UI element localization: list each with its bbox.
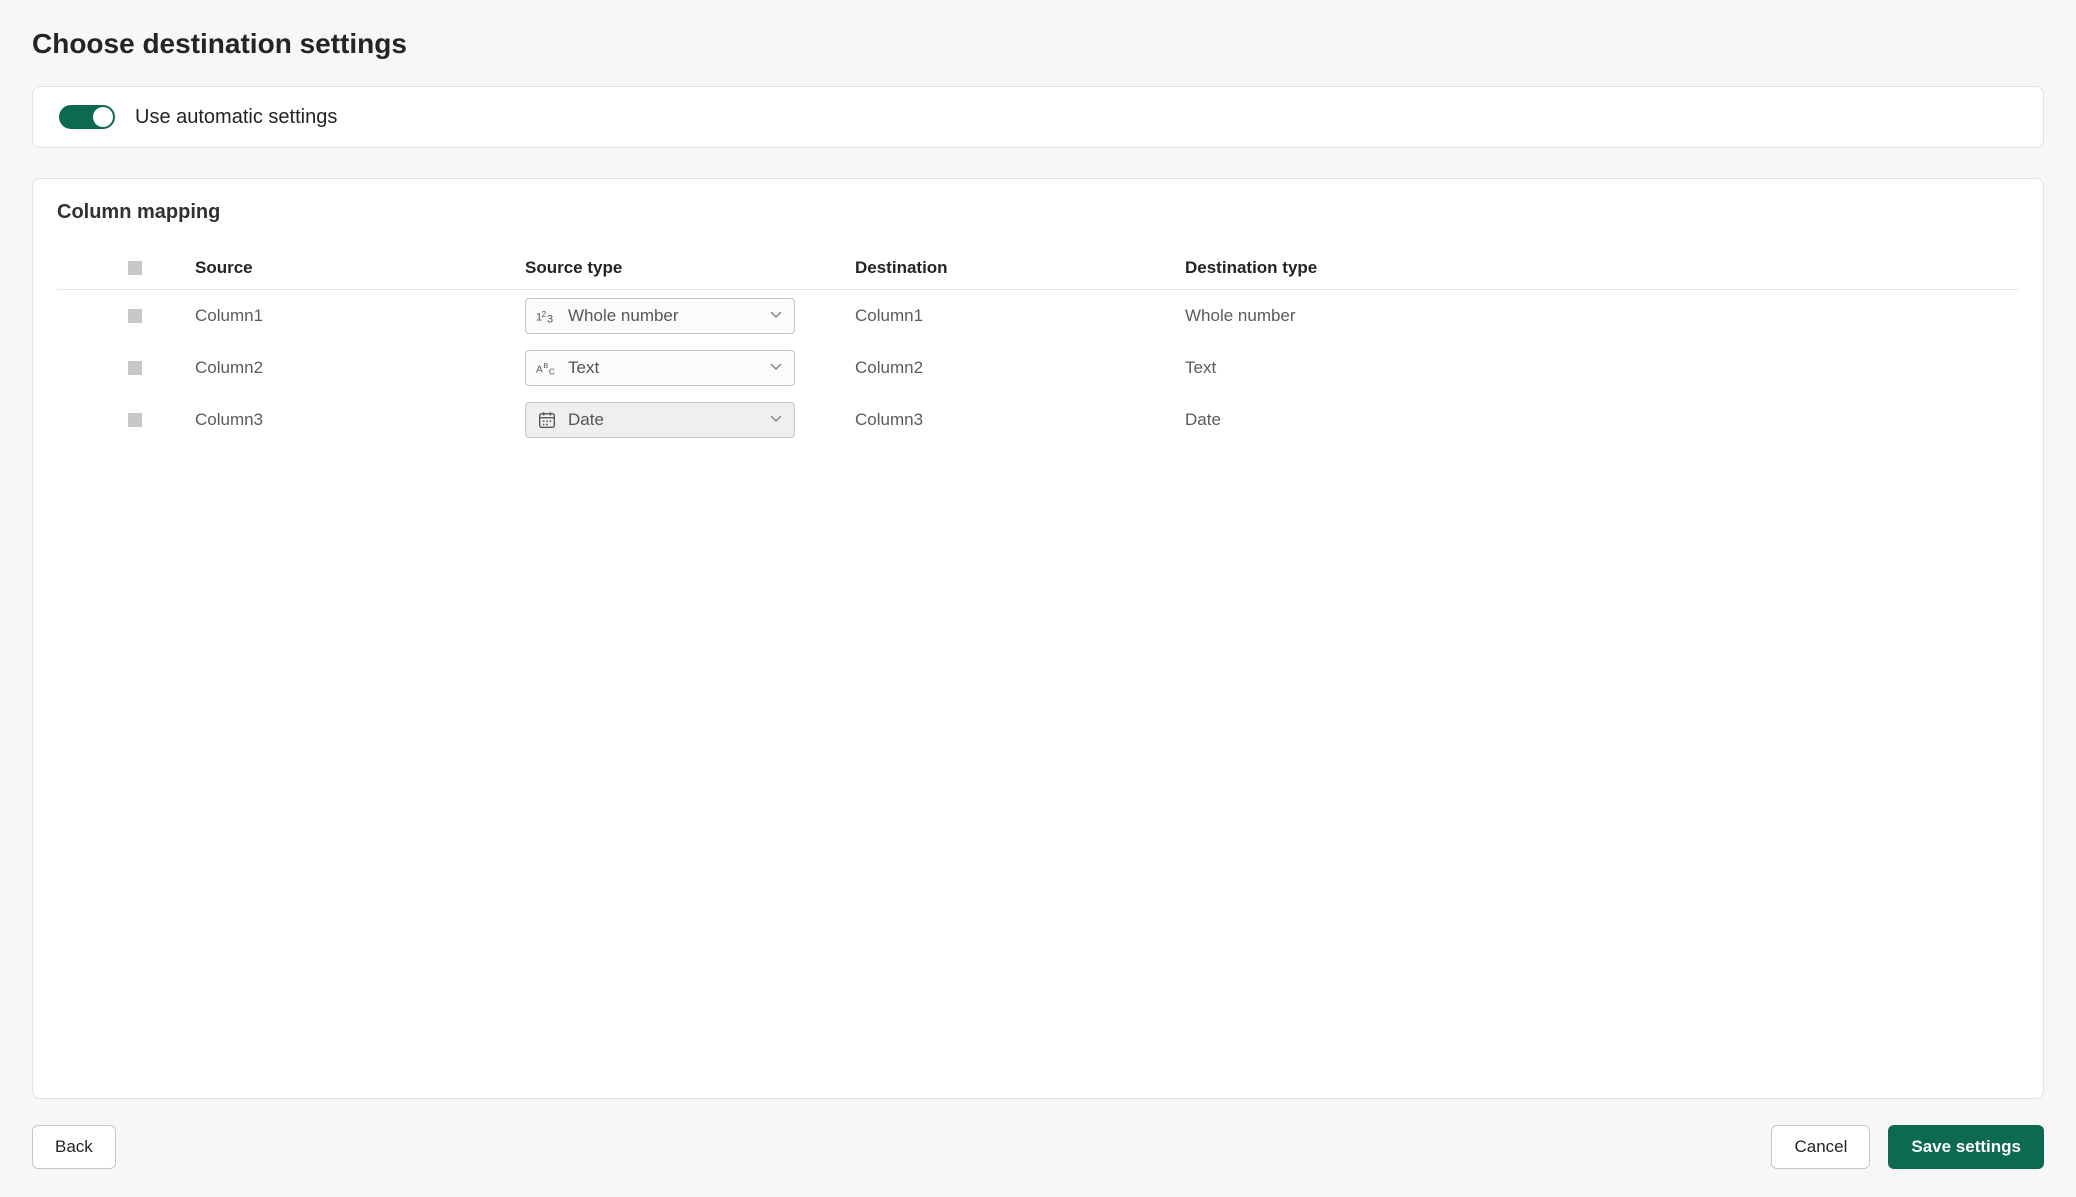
row-checkbox[interactable] [128, 361, 142, 375]
chevron-down-icon [768, 410, 784, 431]
save-settings-button[interactable]: Save settings [1888, 1125, 2044, 1169]
row-source: Column3 [195, 410, 525, 430]
column-mapping-table: Source Source type Destination Destinati… [57, 246, 2019, 446]
row-destination-type: Date [1185, 410, 2001, 430]
back-button[interactable]: Back [32, 1125, 116, 1169]
row-destination-type: Whole number [1185, 306, 2001, 326]
footer-bar: Back Cancel Save settings [32, 1099, 2044, 1169]
auto-settings-label: Use automatic settings [135, 106, 337, 129]
number-type-icon: 123 [536, 305, 558, 327]
row-checkbox[interactable] [128, 309, 142, 323]
row-checkbox[interactable] [128, 413, 142, 427]
text-type-icon: ABC [536, 357, 558, 379]
row-source: Column1 [195, 306, 525, 326]
svg-text:2: 2 [542, 310, 547, 319]
row-destination: Column3 [855, 410, 1185, 430]
chevron-down-icon [768, 358, 784, 379]
svg-text:C: C [549, 367, 555, 376]
row-destination-type: Text [1185, 358, 2001, 378]
source-type-value: Whole number [568, 306, 679, 326]
svg-text:B: B [543, 361, 548, 370]
row-destination: Column2 [855, 358, 1185, 378]
row-destination: Column1 [855, 306, 1185, 326]
source-type-select[interactable]: 123 Whole number [525, 298, 795, 334]
source-type-select[interactable]: Date [525, 402, 795, 438]
svg-text:A: A [536, 365, 543, 376]
table-header-row: Source Source type Destination Destinati… [57, 246, 2019, 290]
column-mapping-title: Column mapping [57, 201, 2019, 224]
row-source: Column2 [195, 358, 525, 378]
source-type-value: Text [568, 358, 599, 378]
source-type-select[interactable]: ABC Text [525, 350, 795, 386]
table-row: Column2 ABC Text Column2 Text [57, 342, 2019, 394]
header-destination-type: Destination type [1185, 258, 2001, 278]
table-row: Column1 123 Whole number Column1 Whole n… [57, 290, 2019, 342]
page-title: Choose destination settings [32, 28, 2044, 60]
select-all-checkbox[interactable] [128, 261, 142, 275]
auto-settings-toggle[interactable] [59, 105, 115, 129]
svg-text:3: 3 [547, 313, 553, 324]
date-type-icon [536, 409, 558, 431]
auto-settings-row: Use automatic settings [59, 105, 2017, 129]
header-source-type: Source type [525, 258, 855, 278]
column-mapping-card: Column mapping Source Source type Destin… [32, 178, 2044, 1099]
auto-settings-card: Use automatic settings [32, 86, 2044, 148]
header-destination: Destination [855, 258, 1185, 278]
chevron-down-icon [768, 306, 784, 327]
toggle-knob [93, 107, 113, 127]
table-row: Column3 Date Column3 Date [57, 394, 2019, 446]
cancel-button[interactable]: Cancel [1771, 1125, 1870, 1169]
source-type-value: Date [568, 410, 604, 430]
header-source: Source [195, 258, 525, 278]
